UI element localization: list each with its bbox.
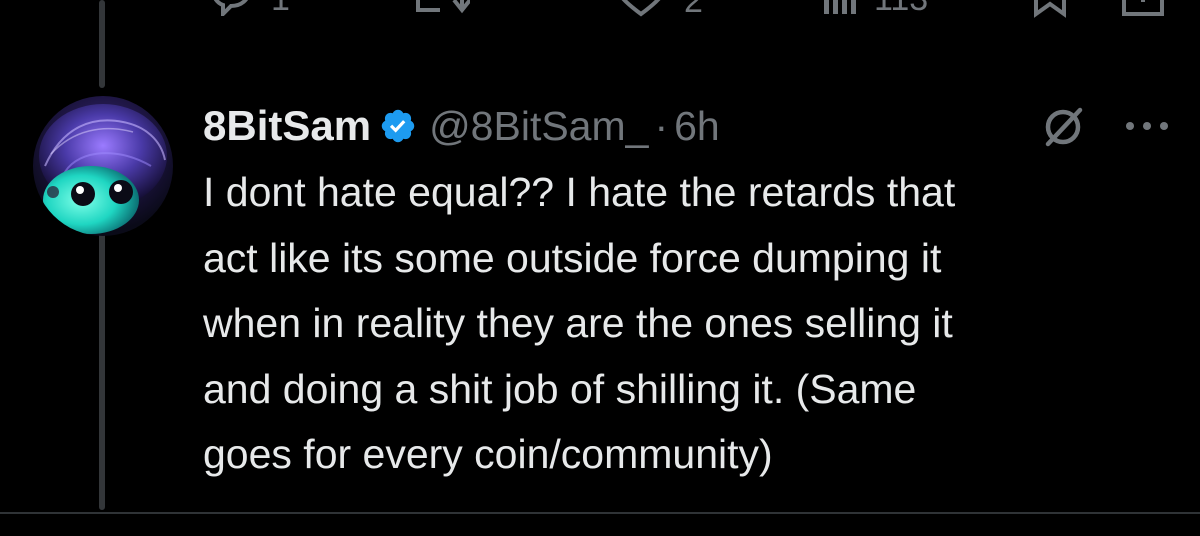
thread-connector-bottom [99,214,105,510]
views-button[interactable]: 113 [820,0,928,16]
reply-icon [213,0,248,16]
tweet-header: 8BitSam @8BitSam_ · 6h [203,98,720,154]
reply-button[interactable]: 1 [205,0,290,16]
bookmark-button[interactable] [1030,0,1070,18]
tweet-timestamp[interactable]: 6h [674,103,720,150]
separator-dot: · [654,102,669,149]
avatar[interactable] [33,96,173,236]
tweet-text: I dont hate equal?? I hate the retards t… [203,169,956,477]
like-button[interactable]: 2 [612,0,703,18]
more-options-icon[interactable] [1124,118,1170,134]
previous-tweet-action-bar: 1 2 113 [0,0,1200,20]
like-icon [621,0,661,17]
user-handle[interactable]: @8BitSam_ [429,103,648,150]
grok-icon[interactable] [1040,104,1086,150]
like-count: 2 [684,0,703,20]
verified-badge-icon [381,109,415,143]
views-icon [824,0,856,14]
share-icon [1122,0,1164,16]
bookmark-icon [1034,0,1066,18]
share-button[interactable] [1120,0,1166,18]
retweet-button[interactable] [410,0,470,18]
next-area [0,514,1200,536]
reply-count: 1 [271,0,290,16]
display-name[interactable]: 8BitSam [203,102,371,150]
retweet-icon [416,0,470,14]
views-count: 113 [874,0,928,16]
thread-connector-top [99,0,105,88]
